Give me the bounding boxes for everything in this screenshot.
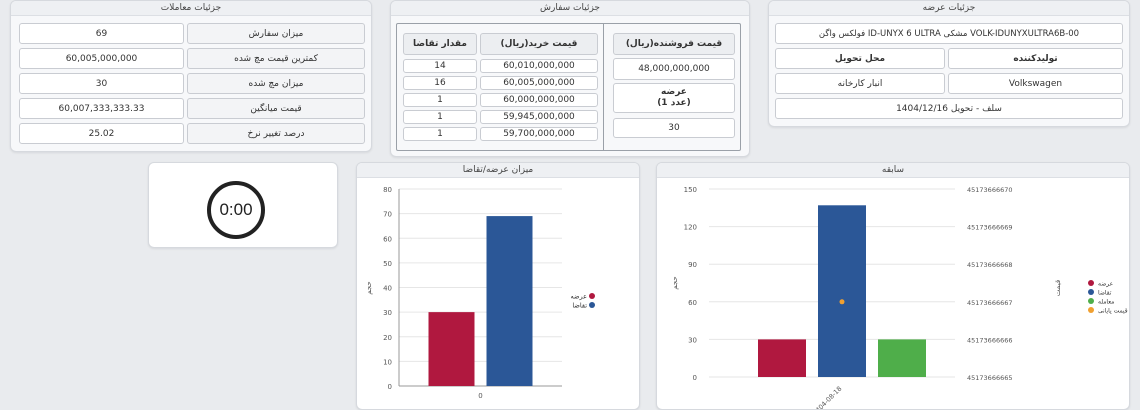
countdown-timer: 0:00	[207, 181, 265, 239]
history-chart: 0 30 60 90 120 150 حجم 45173666665 45173666666 45…	[671, 186, 1128, 410]
y-tick-label: 30	[688, 336, 697, 344]
supply-demand-chart: 0 10 20 30 40 50 60 70 80 حجم 0 عرضهتقاضا	[365, 186, 595, 400]
y2-tick-label: 45173666666	[967, 336, 1013, 344]
y2-tick-label: 45173666669	[967, 224, 1013, 232]
bar-demand	[486, 216, 533, 386]
y-tick-label: 30	[383, 309, 392, 317]
final-price-point	[839, 299, 845, 305]
delivery-location-value: انبار کارخانه	[775, 73, 945, 94]
y-tick-label: 90	[688, 261, 697, 269]
timer-panel: 0:00	[148, 162, 338, 248]
matched-amount-label: میزان مچ شده	[187, 73, 365, 94]
demand-qty-cell: 1	[403, 127, 477, 141]
supply-label-box: عرضه (1 عدد)	[613, 83, 735, 113]
rate-change-value: 25.02	[19, 123, 184, 144]
bar-supply	[428, 312, 475, 386]
y-tick-label: 70	[383, 211, 392, 219]
legend-marker	[1088, 307, 1094, 313]
sell-price-header: قیمت فروشنده(ریال)	[613, 33, 735, 55]
y-tick-label: 40	[383, 285, 392, 293]
x-tick-label: 1404-08-18	[811, 385, 843, 410]
offer-panel-title: جزئیات عرضه	[769, 1, 1129, 16]
order-amount-value: 69	[19, 23, 184, 44]
legend-label: تقاضا	[1098, 290, 1112, 297]
matched-amount-value: 30	[19, 73, 184, 94]
demand-qty-cell: 16	[403, 76, 477, 90]
order-table-divider	[603, 23, 604, 151]
legend-label: قیمت پایانی	[1098, 308, 1128, 315]
supply-demand-chart-panel: میزان عرضه/تقاضا 0 10 20 30 40 50 60 70 80 حجم 0 عر…	[356, 162, 640, 410]
producer-value: Volkswagen	[948, 73, 1123, 94]
y-tick-label: 60	[383, 235, 392, 243]
demand-qty-cell: 1	[403, 93, 477, 107]
product-name: فولکس واگن ID-UNYX 6 ULTRA مشکی VOLK-IDU…	[775, 23, 1123, 44]
legend-label: عرضه	[1098, 281, 1113, 288]
demand-qty-cell: 1	[403, 110, 477, 124]
producer-label: تولیدکننده	[948, 48, 1123, 69]
supply-label: عرضه	[661, 87, 687, 97]
supply-demand-chart-title: میزان عرضه/تقاضا	[357, 163, 639, 178]
order-panel: جزئیات سفارش مقدار تقاضا قیمت خرید(ریال)…	[390, 0, 750, 157]
bar-trade	[878, 339, 926, 377]
trades-panel: جزئیات معاملات 69 میزان سفارش 60,005,000…	[10, 0, 372, 152]
buy-price-cell: 60,005,000,000	[480, 76, 598, 90]
average-price-label: قیمت میانگین	[187, 98, 365, 119]
order-amount-label: میزان سفارش	[187, 23, 365, 44]
history-chart-title: سابقه	[657, 163, 1129, 178]
supply-qty-value: 30	[613, 118, 735, 138]
y-tick-label: 50	[383, 260, 392, 268]
buy-price-header: قیمت خرید(ریال)	[480, 33, 598, 55]
y2-axis-title: قیمت	[1054, 280, 1062, 296]
supply-count: (1 عدد)	[657, 98, 691, 108]
buy-price-cell: 59,700,000,000	[480, 127, 598, 141]
history-chart-panel: سابقه 0 30 60 90 120 150 حجم 45173666665 4517366…	[656, 162, 1130, 410]
settlement-info: سلف - تحویل 1404/12/16	[775, 98, 1123, 119]
legend-marker	[589, 302, 595, 308]
y2-tick-label: 45173666668	[967, 261, 1013, 269]
legend-label: تقاضا	[572, 302, 587, 310]
order-panel-title: جزئیات سفارش	[391, 1, 749, 16]
y-tick-label: 10	[383, 358, 392, 366]
y-axis-title: حجم	[365, 281, 373, 295]
legend-label: عرضه	[571, 293, 588, 301]
y-tick-label: 150	[684, 186, 697, 194]
y-tick-label: 80	[383, 186, 392, 194]
legend-marker	[1088, 298, 1094, 304]
y2-tick-label: 45173666667	[967, 299, 1013, 307]
buy-price-cell: 60,010,000,000	[480, 59, 598, 73]
y2-tick-label: 45173666665	[967, 374, 1013, 382]
buy-price-cell: 59,945,000,000	[480, 110, 598, 124]
legend-marker	[1088, 289, 1094, 295]
delivery-location-label: محل تحویل	[775, 48, 945, 69]
y-tick-label: 120	[684, 224, 697, 232]
bar-demand	[818, 205, 866, 377]
trades-panel-title: جزئیات معاملات	[11, 1, 371, 16]
legend-marker	[1088, 280, 1094, 286]
demand-qty-cell: 14	[403, 59, 477, 73]
demand-qty-header: مقدار تقاضا	[403, 33, 477, 55]
x-tick-label: 0	[478, 392, 482, 400]
sell-price-value: 48,000,000,000	[613, 58, 735, 80]
min-matched-price-label: کمترین قیمت مچ شده	[187, 48, 365, 69]
y-tick-label: 20	[383, 334, 392, 342]
y-tick-label: 0	[693, 374, 697, 382]
buy-price-cell: 60,000,000,000	[480, 93, 598, 107]
legend-marker	[589, 293, 595, 299]
legend-label: معامله	[1098, 299, 1114, 306]
rate-change-label: درصد تغییر نرخ	[187, 123, 365, 144]
offer-panel: جزئیات عرضه فولکس واگن ID-UNYX 6 ULTRA م…	[768, 0, 1130, 127]
y-tick-label: 0	[388, 383, 392, 391]
average-price-value: 60,007,333,333.33	[19, 98, 184, 119]
y2-tick-label: 45173666670	[967, 186, 1013, 194]
y-axis-title: حجم	[671, 276, 679, 290]
min-matched-price-value: 60,005,000,000	[19, 48, 184, 69]
bar-supply	[758, 339, 806, 377]
y-tick-label: 60	[688, 299, 697, 307]
